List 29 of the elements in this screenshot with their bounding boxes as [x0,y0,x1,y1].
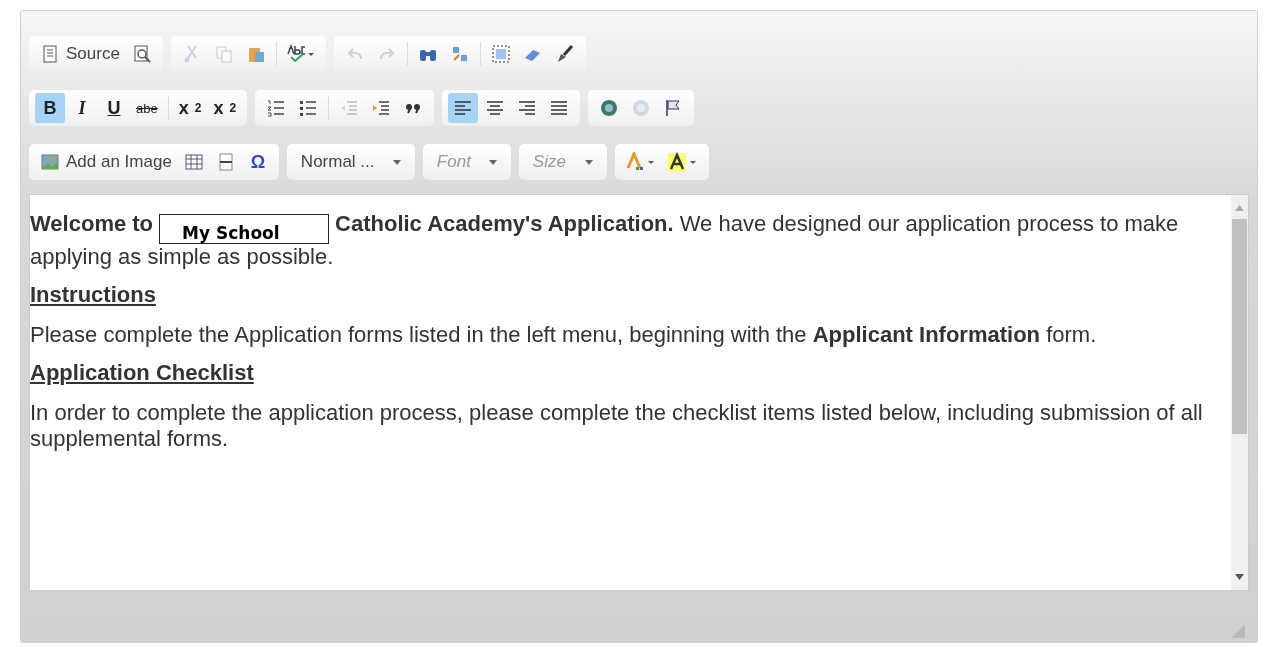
school-name-box: My School [159,214,330,244]
caret-icon [392,159,401,165]
toolbar-button[interactable]: Add an Image [35,147,177,177]
align-left-icon[interactable] [448,93,479,123]
button-label: Source [66,44,120,64]
format-button[interactable]: U [99,93,129,123]
caret-icon [488,159,497,165]
document-icon [40,44,60,64]
section-heading: Instructions [30,282,157,308]
format-button[interactable]: Ω [242,147,273,177]
scroll-down-icon[interactable] [1235,574,1244,580]
paragraph: In order to complete the application process, please complete the checklist items listed below, including submission of all supplemental forms. [30,400,1204,452]
dropdown[interactable]: Normal ... [292,147,409,177]
dropdown-value: Normal ... [300,152,375,172]
dropdown-value: Size [532,152,566,172]
toolbar-button[interactable]: Source [35,39,125,69]
format-button[interactable]: I [67,93,97,123]
caret-icon [584,159,593,165]
paragraph: Please complete the Application forms listed in the left menu, beginning with the Applicant Information form. [30,322,1098,348]
section-heading: Application Checklist [30,360,255,386]
image-icon [40,152,60,172]
scrollbar-thumb[interactable] [1232,219,1247,434]
paragraph: Welcome to My School Catholic Academy's Application. We have designed our application process to make applying as simple as possible. [30,211,1180,270]
editor-content[interactable] [29,194,1249,591]
button-label: Add an Image [66,152,172,172]
format-button[interactable]: abe [131,93,163,123]
scrollbar[interactable] [1231,195,1248,590]
dropdown-value: Font [436,152,471,172]
format-button[interactable]: B [35,93,65,123]
